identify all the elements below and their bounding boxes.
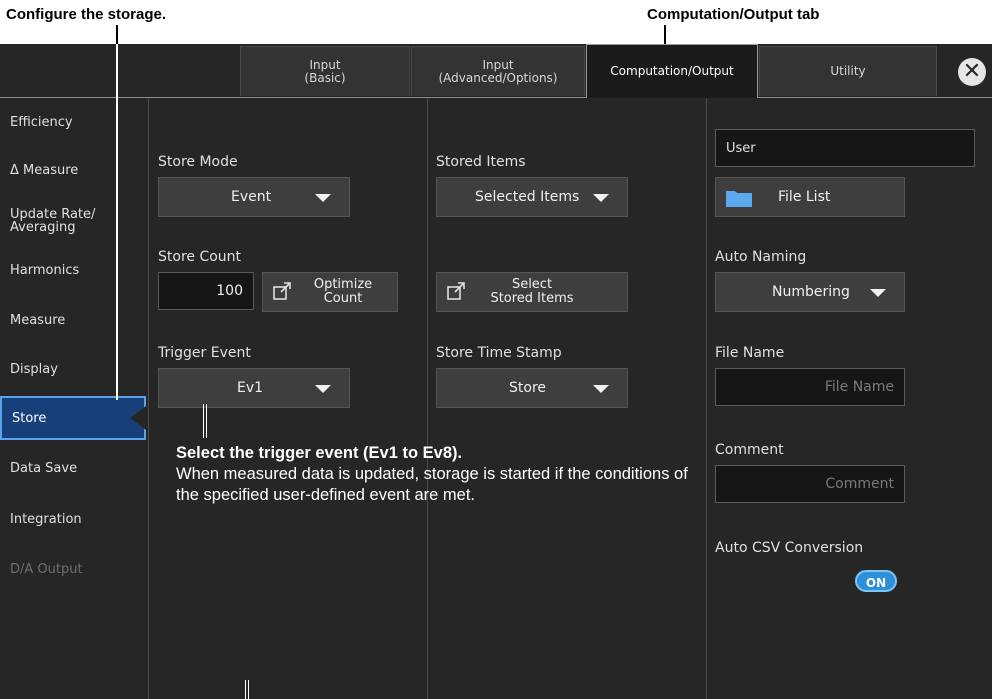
auto-csv-toggle[interactable]: ON <box>855 570 897 592</box>
sidebar-item-da-output: D/A Output <box>10 561 83 577</box>
sidebar-item-store-label: Store <box>12 410 47 426</box>
annotation-leader-line <box>245 680 246 699</box>
store-count-field[interactable]: 100 <box>158 272 254 310</box>
store-mode-label: Store Mode <box>158 154 238 170</box>
auto-csv-label: Auto CSV Conversion <box>715 540 864 556</box>
store-mode-dropdown[interactable]: Event <box>158 177 350 217</box>
sidebar-item-display[interactable]: Display <box>0 347 148 391</box>
sidebar-item-harmonics[interactable]: Harmonics <box>0 248 148 292</box>
trigger-event-dropdown[interactable]: Ev1 <box>158 368 350 408</box>
column-divider <box>427 98 428 699</box>
select-stored-items-label: Select Stored Items <box>490 277 574 306</box>
annotation-leader-line <box>206 404 207 438</box>
sidebar: Efficiency Δ Measure Update Rate/ Averag… <box>0 98 149 699</box>
file-name-field[interactable]: File Name <box>715 368 905 406</box>
store-count-label: Store Count <box>158 249 242 265</box>
stored-items-value: Selected Items <box>475 189 580 205</box>
auto-naming-dropdown[interactable]: Numbering <box>715 272 905 312</box>
chevron-down-icon <box>870 289 886 297</box>
file-list-button[interactable]: File List <box>715 177 905 217</box>
annotation-leader-line <box>116 44 118 400</box>
chevron-down-icon <box>315 385 331 393</box>
auto-naming-label: Auto Naming <box>715 249 807 265</box>
chevron-down-icon <box>593 385 609 393</box>
sidebar-item-delta-measure[interactable]: Δ Measure <box>0 148 148 192</box>
annotation-leader-line <box>116 25 118 44</box>
stored-items-label: Stored Items <box>436 154 526 170</box>
annotation-leader-line <box>248 680 249 699</box>
annotation-leader-line <box>664 25 666 46</box>
user-path-field: User <box>715 129 975 167</box>
annotation-leader-line <box>203 404 204 438</box>
select-stored-items-button[interactable]: Select Stored Items <box>436 272 628 312</box>
sidebar-item-store[interactable]: Store <box>0 396 146 440</box>
store-time-stamp-value: Store <box>509 380 547 396</box>
tab-bar: Input (Basic) Input (Advanced/Options) C… <box>0 44 992 98</box>
store-time-stamp-label: Store Time Stamp <box>436 345 562 361</box>
close-icon[interactable]: ✕ <box>958 58 986 86</box>
tab-computation-output[interactable]: Computation/Output <box>586 44 758 98</box>
annotation-configure-storage: Configure the storage. <box>6 6 167 23</box>
folder-icon <box>726 191 752 207</box>
sidebar-item-efficiency[interactable]: Efficiency <box>0 100 148 144</box>
comment-field[interactable]: Comment <box>715 465 905 503</box>
chevron-down-icon <box>593 194 609 202</box>
optimize-count-label: Optimize Count <box>313 277 373 306</box>
external-link-icon <box>447 282 465 300</box>
settings-screen: Input (Basic) Input (Advanced/Options) C… <box>0 44 992 699</box>
comment-label: Comment <box>715 442 784 458</box>
auto-naming-value: Numbering <box>772 284 850 300</box>
column-divider <box>706 98 707 699</box>
annotation-tab-callout: Computation/Output tab <box>647 6 820 23</box>
tab-utility[interactable]: Utility <box>759 46 937 96</box>
external-link-icon <box>273 282 291 300</box>
sidebar-item-data-save[interactable]: Data Save <box>0 446 148 490</box>
trigger-callout-title: Select the trigger event (Ev1 to Ev8). <box>176 444 463 462</box>
trigger-event-label: Trigger Event <box>158 345 251 361</box>
sidebar-item-integration[interactable]: Integration <box>0 497 148 541</box>
sidebar-item-measure[interactable]: Measure <box>0 298 148 342</box>
chevron-down-icon <box>315 194 331 202</box>
trigger-callout: Select the trigger event (Ev1 to Ev8). W… <box>176 443 696 506</box>
file-list-label: File List <box>778 189 831 205</box>
sidebar-item-update-rate[interactable]: Update Rate/ Averaging <box>0 199 148 243</box>
stored-items-dropdown[interactable]: Selected Items <box>436 177 628 217</box>
optimize-count-button[interactable]: Optimize Count <box>262 272 398 312</box>
trigger-callout-desc: When measured data is updated, storage i… <box>176 465 688 504</box>
trigger-event-value: Ev1 <box>237 380 264 396</box>
file-name-label: File Name <box>715 345 785 361</box>
store-time-stamp-dropdown[interactable]: Store <box>436 368 628 408</box>
store-mode-value: Event <box>231 189 272 205</box>
selection-arrow-icon <box>130 406 146 430</box>
tab-input-advanced[interactable]: Input (Advanced/Options) <box>411 46 585 96</box>
tab-input-basic[interactable]: Input (Basic) <box>240 46 410 96</box>
